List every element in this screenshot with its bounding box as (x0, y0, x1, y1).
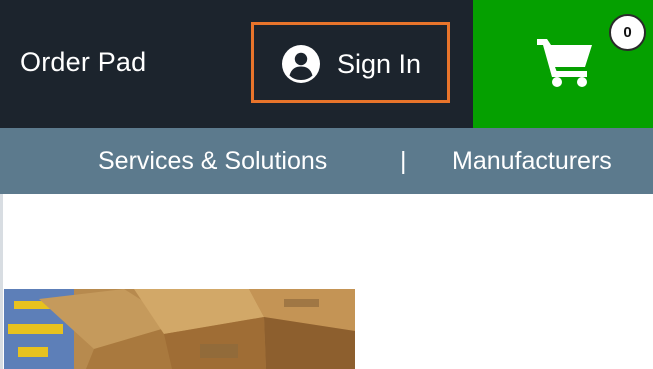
nav-services-solutions[interactable]: Services & Solutions (98, 144, 327, 178)
nav-separator: | (400, 147, 407, 175)
content-border (0, 194, 3, 369)
hero-image (4, 289, 355, 369)
sign-in-label: Sign In (337, 49, 422, 79)
user-circle-icon (282, 45, 320, 83)
sign-in-button[interactable]: Sign In (251, 22, 450, 103)
cart-button[interactable]: 0 (473, 0, 653, 128)
shopping-cart-icon (537, 39, 592, 87)
top-header: Order Pad Sign In 0 (0, 0, 653, 128)
nav-manufacturers[interactable]: Manufacturers (452, 144, 612, 178)
order-pad-link[interactable]: Order Pad (20, 44, 146, 80)
cart-count-badge: 0 (609, 14, 646, 51)
main-content (0, 194, 653, 369)
secondary-nav: Services & Solutions | Manufacturers (0, 128, 653, 194)
